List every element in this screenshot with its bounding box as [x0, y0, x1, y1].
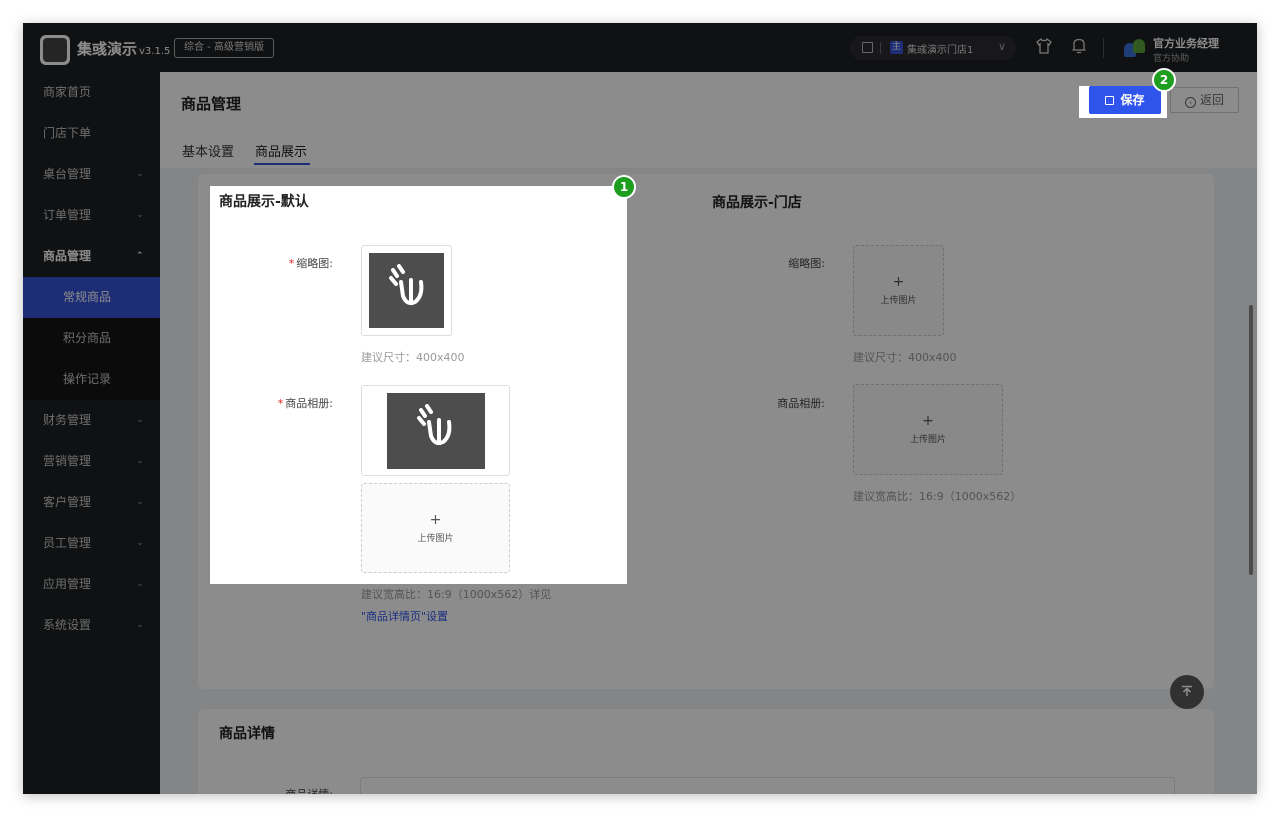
- step-badge-1: 1: [612, 175, 636, 199]
- album-image[interactable]: [361, 385, 510, 476]
- step-badge-2: 2: [1152, 68, 1176, 92]
- save-icon: [1105, 96, 1115, 105]
- save-button[interactable]: 保存: [1089, 86, 1161, 114]
- brand-logo-icon: [415, 404, 457, 454]
- save-button-label: 保存: [1120, 93, 1145, 107]
- default-section-title: 商品展示-默认: [219, 194, 309, 210]
- brand-logo-icon: [387, 264, 429, 319]
- upload-label: 上传图片: [417, 534, 454, 544]
- thumb-hint: 建议尺寸：400x400: [361, 351, 465, 364]
- app-window: 集彧演示 v3.1.5 综合 - 高级营销版 主 集彧演示门店1 ∨ 官方业务经理…: [23, 23, 1257, 794]
- album-upload-box[interactable]: + 上传图片: [361, 483, 510, 573]
- thumbnail-image[interactable]: [361, 245, 452, 336]
- plus-icon: +: [429, 512, 442, 528]
- album-label: * 商品相册:: [277, 397, 333, 410]
- thumb-label: * 缩略图:: [288, 257, 333, 270]
